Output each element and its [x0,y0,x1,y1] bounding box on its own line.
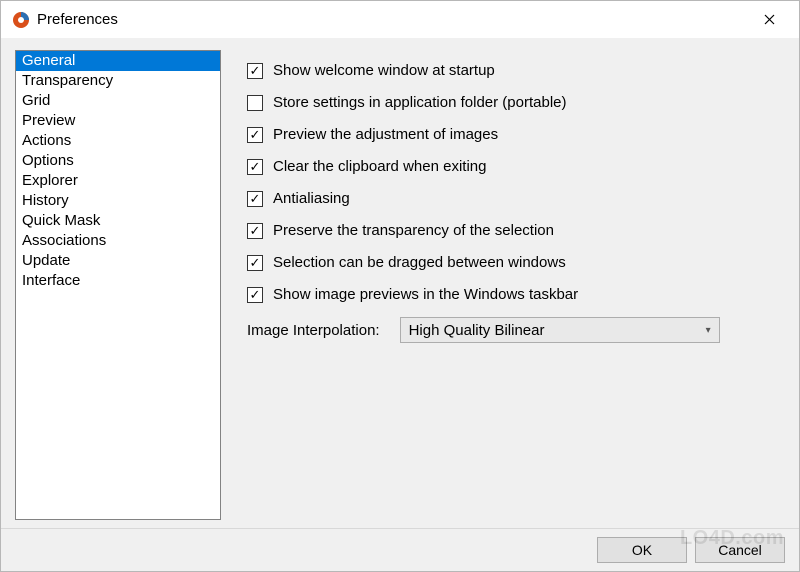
category-item-actions[interactable]: Actions [16,131,220,151]
interpolation-label: Image Interpolation: [247,322,380,339]
option-label: Store settings in application folder (po… [273,94,567,111]
options-container: ✓ Show welcome window at startup Store set… [247,60,779,305]
option-row: ✓ Selection can be dragged between window… [247,252,779,273]
category-label: Actions [22,132,71,149]
checkbox[interactable]: ✓ [247,159,263,175]
close-icon [764,14,775,25]
category-item-history[interactable]: History [16,191,220,211]
option-row: ✓ Show welcome window at startup [247,60,779,81]
app-icon [11,10,31,30]
cancel-button[interactable]: Cancel [695,537,785,563]
category-label: History [22,192,69,209]
category-item-explorer[interactable]: Explorer [16,171,220,191]
dialog-footer: OK Cancel [1,528,799,571]
ok-button[interactable]: OK [597,537,687,563]
option-label: Show welcome window at startup [273,62,495,79]
category-label: Quick Mask [22,212,100,229]
option-label: Antialiasing [273,190,350,207]
category-label: Transparency [22,72,113,89]
category-label: Interface [22,272,80,289]
category-item-options[interactable]: Options [16,151,220,171]
category-item-associations[interactable]: Associations [16,231,220,251]
close-button[interactable] [749,5,789,35]
category-label: General [22,52,75,69]
checkbox[interactable] [247,95,263,111]
window-title: Preferences [37,11,118,28]
option-label: Preserve the transparency of the selecti… [273,222,554,239]
interpolation-value: High Quality Bilinear [409,322,545,339]
category-item-update[interactable]: Update [16,251,220,271]
category-item-interface[interactable]: Interface [16,271,220,291]
checkbox[interactable]: ✓ [247,127,263,143]
settings-panel: ✓ Show welcome window at startup Store set… [241,50,785,520]
checkbox[interactable]: ✓ [247,223,263,239]
interpolation-row: Image Interpolation: High Quality Biline… [247,317,779,343]
option-label: Preview the adjustment of images [273,126,498,143]
category-label: Associations [22,232,106,249]
option-row: ✓ Preview the adjustment of images [247,124,779,145]
category-item-transparency[interactable]: Transparency [16,71,220,91]
titlebar: Preferences [1,1,799,38]
category-label: Explorer [22,172,78,189]
option-label: Show image previews in the Windows taskb… [273,286,578,303]
category-label: Preview [22,112,75,129]
category-item-grid[interactable]: Grid [16,91,220,111]
checkbox[interactable]: ✓ [247,287,263,303]
checkbox[interactable]: ✓ [247,63,263,79]
category-item-general[interactable]: General [16,51,220,71]
checkbox[interactable]: ✓ [247,191,263,207]
client-area: General Transparency Grid Preview Actions Opt… [1,38,799,528]
option-row: ✓ Clear the clipboard when exiting [247,156,779,177]
option-row: ✓ Antialiasing [247,188,779,209]
option-label: Selection can be dragged between windows [273,254,566,271]
interpolation-dropdown[interactable]: High Quality Bilinear ▾ [400,317,720,343]
ok-button-label: OK [632,542,652,558]
category-list[interactable]: General Transparency Grid Preview Actions Opt… [15,50,221,520]
category-item-quick-mask[interactable]: Quick Mask [16,211,220,231]
preferences-window: Preferences General Transparency Grid Previ… [0,0,800,572]
category-item-preview[interactable]: Preview [16,111,220,131]
checkbox[interactable]: ✓ [247,255,263,271]
category-label: Update [22,252,70,269]
option-label: Clear the clipboard when exiting [273,158,486,175]
chevron-down-icon: ▾ [706,325,711,336]
category-label: Grid [22,92,50,109]
option-row: ✓ Preserve the transparency of the select… [247,220,779,241]
cancel-button-label: Cancel [718,542,762,558]
option-row: ✓ Show image previews in the Windows task… [247,284,779,305]
option-row: Store settings in application folder (po… [247,92,779,113]
category-label: Options [22,152,74,169]
